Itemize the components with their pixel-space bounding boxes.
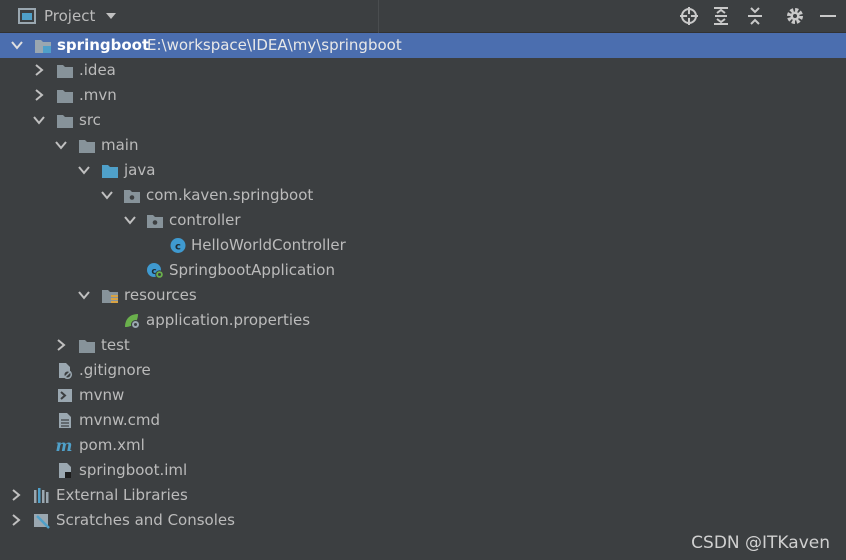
- file-label: mvnw.cmd: [79, 411, 161, 429]
- java-class-icon: c: [170, 238, 186, 253]
- tree-node-mvn[interactable]: .mvn: [0, 83, 846, 108]
- tree-node-idea[interactable]: .idea: [0, 58, 846, 83]
- tree-node-pom-xml[interactable]: m pom.xml: [0, 433, 846, 458]
- chevron-down-icon[interactable]: [10, 38, 24, 52]
- project-view-selector[interactable]: Project: [18, 7, 117, 25]
- chevron-right-icon[interactable]: [9, 513, 23, 527]
- chevron-right-icon[interactable]: [54, 338, 68, 352]
- gitignore-file-icon: [59, 363, 73, 379]
- project-view-label: Project: [44, 7, 96, 25]
- file-label: springboot.iml: [79, 461, 188, 479]
- libraries-icon: [34, 488, 49, 503]
- tree-node-main[interactable]: main: [0, 133, 846, 158]
- package-icon: [124, 190, 140, 203]
- package-label: controller: [169, 211, 241, 229]
- tree-node-package[interactable]: com.kaven.springboot: [0, 183, 846, 208]
- node-label: External Libraries: [56, 486, 188, 504]
- watermark: CSDN @ITKaven: [691, 533, 830, 553]
- tree-node-controller[interactable]: controller: [0, 208, 846, 233]
- svg-text:c: c: [175, 242, 181, 253]
- tree-node-helloworldcontroller[interactable]: c HelloWorldController: [0, 233, 846, 258]
- tree-node-application-properties[interactable]: application.properties: [0, 308, 846, 333]
- file-label: application.properties: [146, 311, 311, 329]
- folder-label: src: [79, 111, 101, 129]
- shell-script-icon: [58, 389, 72, 402]
- class-label: HelloWorldController: [191, 236, 346, 254]
- expand-all-icon[interactable]: [711, 6, 731, 26]
- file-label: mvnw: [79, 386, 125, 404]
- tree-node-resources[interactable]: resources: [0, 283, 846, 308]
- package-icon: [147, 215, 163, 228]
- iml-file-icon: [59, 463, 71, 478]
- project-window-icon: [18, 8, 36, 24]
- locate-file-icon[interactable]: [679, 6, 699, 26]
- folder-label: .idea: [79, 61, 116, 79]
- maven-icon: m: [56, 437, 73, 454]
- chevron-down-icon[interactable]: [54, 138, 68, 152]
- file-label: .gitignore: [79, 361, 151, 379]
- folder-label: test: [101, 336, 130, 354]
- chevron-down-icon[interactable]: [100, 188, 114, 202]
- tree-node-mvnw-cmd[interactable]: mvnw.cmd: [0, 408, 846, 433]
- tree-node-java[interactable]: java: [0, 158, 846, 183]
- folder-icon: [79, 340, 95, 353]
- node-label: Scratches and Consoles: [56, 511, 235, 529]
- chevron-right-icon[interactable]: [32, 88, 46, 102]
- scratches-icon: [34, 514, 50, 529]
- chevron-right-icon[interactable]: [32, 63, 46, 77]
- source-folder-icon: [102, 165, 118, 178]
- spring-boot-class-icon: c: [147, 263, 164, 279]
- svg-text:m: m: [56, 437, 73, 454]
- folder-label: java: [124, 161, 156, 179]
- hide-panel-icon[interactable]: [818, 6, 838, 26]
- gear-icon[interactable]: [785, 6, 805, 26]
- tree-node-springboot-iml[interactable]: springboot.iml: [0, 458, 846, 483]
- folder-label: .mvn: [79, 86, 117, 104]
- collapse-all-icon[interactable]: [745, 6, 765, 26]
- chevron-down-icon[interactable]: [123, 213, 137, 227]
- chevron-down-icon[interactable]: [32, 113, 46, 127]
- folder-icon: [57, 65, 73, 78]
- tree-node-test[interactable]: test: [0, 333, 846, 358]
- folder-icon: [57, 90, 73, 103]
- chevron-down-icon[interactable]: [77, 163, 91, 177]
- tree-node-gitignore[interactable]: .gitignore: [0, 358, 846, 383]
- tree-node-mvnw[interactable]: mvnw: [0, 383, 846, 408]
- tree-node-scratches-and-consoles[interactable]: Scratches and Consoles: [0, 508, 846, 533]
- tree-node-src[interactable]: src: [0, 108, 846, 133]
- text-file-icon: [59, 413, 71, 428]
- module-folder-icon: [35, 40, 51, 53]
- package-label: com.kaven.springboot: [146, 186, 314, 204]
- folder-label: main: [101, 136, 139, 154]
- chevron-right-icon[interactable]: [9, 488, 23, 502]
- root-module-name: springboot: [57, 36, 150, 54]
- file-label: pom.xml: [79, 436, 145, 454]
- folder-icon: [57, 115, 73, 128]
- resources-folder-icon: [102, 290, 118, 303]
- tree-node-external-libraries[interactable]: External Libraries: [0, 483, 846, 508]
- tree-node-springbootapplication[interactable]: c SpringbootApplication: [0, 258, 846, 283]
- tree-node-springboot-root[interactable]: springboot E:\workspace\IDEA\my\springbo…: [0, 33, 846, 58]
- class-label: SpringbootApplication: [169, 261, 335, 279]
- folder-label: resources: [124, 286, 197, 304]
- folder-icon: [79, 140, 95, 153]
- spring-properties-icon: [125, 314, 140, 329]
- chevron-down-icon[interactable]: [105, 12, 117, 20]
- chevron-down-icon[interactable]: [77, 288, 91, 302]
- root-module-path: E:\workspace\IDEA\my\springboot: [147, 36, 402, 54]
- header-divider: [378, 0, 379, 33]
- project-tool-header: Project: [0, 0, 846, 33]
